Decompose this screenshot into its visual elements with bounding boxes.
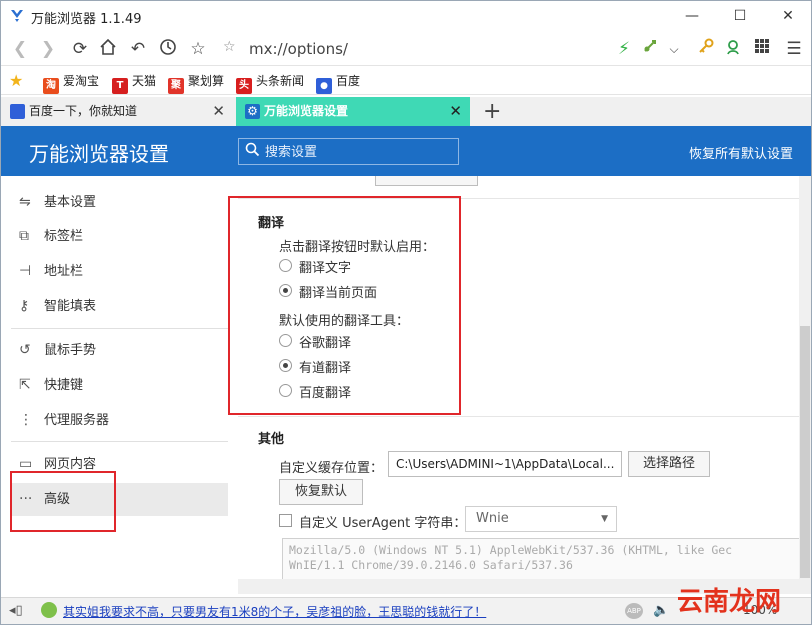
app-logo-icon	[11, 10, 23, 22]
undo-icon[interactable]: ↶	[127, 38, 149, 60]
juhuasuan-icon: 聚	[168, 78, 184, 94]
search-icon	[245, 142, 260, 161]
address-url[interactable]: mx://options/	[249, 40, 348, 58]
title-bar: 万能浏览器 1.1.49 — ☐ ✕	[1, 1, 811, 31]
tab-icon: ⧉	[19, 228, 29, 244]
plugin-icon[interactable]	[639, 38, 661, 60]
bookmark-toutiao[interactable]: 头头条新闻	[236, 72, 304, 94]
sidebar-item-tabs[interactable]: ⧉ 标签栏	[11, 220, 228, 253]
tab-close-icon[interactable]: ✕	[449, 97, 462, 126]
back-icon[interactable]: ❮	[9, 38, 31, 60]
chevron-down-icon: ▼	[601, 514, 608, 524]
dropdown-chevron-icon[interactable]: ⌵	[663, 38, 685, 60]
browser-window: 万能浏览器 1.1.49 — ☐ ✕ ❮ ❯ ⟳ ↶ ☆ ☆ mx://opti…	[0, 0, 812, 625]
proxy-icon: ⋮	[19, 412, 33, 428]
key-icon: ⚷	[19, 298, 30, 314]
user-search-icon[interactable]	[723, 38, 745, 60]
navigation-bar: ❮ ❯ ⟳ ↶ ☆ ☆ mx://options/ ⚡ ⌵ ☰	[1, 32, 811, 66]
tab-baidu[interactable]: 百度一下，你就知道 ✕	[1, 97, 233, 126]
choose-path-button[interactable]: 选择路径	[628, 451, 710, 477]
history-icon[interactable]	[157, 38, 179, 60]
bookmark-aitaobao[interactable]: 淘爱淘宝	[43, 72, 99, 94]
adblock-icon[interactable]: ABP	[625, 603, 643, 619]
clipped-button	[375, 176, 478, 186]
bookmark-star-icon[interactable]: ☆	[223, 39, 236, 55]
sidebar-item-addressbar[interactable]: ⊣ 地址栏	[11, 255, 228, 288]
minimize-button[interactable]: —	[677, 5, 707, 27]
speaker-icon[interactable]: 🔈	[653, 603, 669, 618]
page-title: 万能浏览器设置	[29, 142, 169, 166]
refresh-icon[interactable]: ⟳	[69, 38, 91, 60]
highlight-box-advanced	[10, 471, 116, 532]
sidebar-divider	[11, 328, 228, 329]
new-tab-button[interactable]: +	[483, 97, 501, 126]
maximize-button[interactable]: ☐	[725, 5, 755, 27]
sidebar-item-autofill[interactable]: ⚷ 智能填表	[11, 290, 228, 323]
ua-select[interactable]: Wnie ▼	[465, 506, 617, 532]
grid-apps-icon[interactable]	[751, 38, 773, 60]
section-divider	[238, 416, 799, 417]
bookmark-juhuasuan[interactable]: 聚聚划算	[168, 72, 224, 94]
search-input[interactable]	[265, 142, 455, 162]
sidebar-item-gesture[interactable]: ↺ 鼠标手势	[11, 334, 228, 367]
baidu-tab-icon	[10, 104, 25, 119]
speed-icon[interactable]: ⚡	[613, 38, 635, 60]
favorites-star-icon[interactable]: ★	[9, 71, 23, 90]
tab-bar: 百度一下，你就知道 ✕ ⚙ 万能浏览器设置 ✕ +	[1, 97, 811, 126]
settings-search[interactable]	[238, 138, 459, 165]
taobao-icon: 淘	[43, 78, 59, 94]
sidebar-item-basic[interactable]: ⇋ 基本设置	[11, 186, 228, 219]
bookmark-tmall[interactable]: T 天猫	[112, 72, 156, 94]
bookmark-baidu[interactable]: ● 百度	[316, 72, 360, 94]
baidu-paw-icon: ●	[316, 78, 332, 94]
home-icon[interactable]	[97, 38, 119, 60]
password-key-icon[interactable]	[695, 38, 717, 60]
sidebar-item-proxy[interactable]: ⋮ 代理服务器	[11, 404, 228, 437]
news-smiley-icon	[41, 602, 57, 618]
scrollbar-thumb[interactable]	[800, 326, 810, 578]
highlight-box-translate	[228, 196, 461, 415]
sliders-icon: ⇋	[19, 194, 31, 210]
window-title: 万能浏览器 1.1.49	[31, 12, 142, 27]
tab-close-icon[interactable]: ✕	[212, 97, 225, 126]
addressbar-icon: ⊣	[19, 263, 32, 279]
reset-all-link[interactable]: 恢复所有默认设置	[689, 143, 793, 162]
status-news-link[interactable]: 其实姐我要求不高，只要男友有1米8的个子，吴彦祖的脸，王思聪的钱就行了！	[63, 603, 486, 620]
tab-settings[interactable]: ⚙ 万能浏览器设置 ✕	[236, 97, 470, 126]
tmall-icon: T	[112, 78, 128, 94]
gesture-icon: ↺	[19, 342, 31, 358]
custom-ua-label: 自定义 UserAgent 字符串：	[299, 516, 467, 531]
settings-header: 万能浏览器设置 恢复所有默认设置	[1, 126, 811, 176]
vertical-scrollbar[interactable]	[799, 176, 811, 594]
watermark-logo: 云南龙网	[677, 587, 782, 617]
close-button[interactable]: ✕	[773, 5, 803, 27]
address-bar[interactable]: ☆ mx://options/	[223, 36, 607, 62]
restore-default-button[interactable]: 恢复默认	[279, 479, 363, 505]
toutiao-icon: 头	[236, 78, 252, 94]
cache-location-label: 自定义缓存位置：	[279, 461, 384, 476]
bookmarks-bar: ★ 淘爱淘宝 T 天猫 聚聚划算 头头条新闻 ● 百度	[1, 67, 811, 95]
sidebar-toggle-icon[interactable]: ◂▯	[9, 603, 23, 618]
other-section-title: 其他	[258, 432, 285, 447]
menu-icon[interactable]: ☰	[783, 38, 805, 60]
sidebar-divider	[11, 441, 228, 442]
gear-icon: ⚙	[245, 104, 260, 119]
sidebar-item-shortcuts[interactable]: ⇱ 快捷键	[11, 369, 228, 402]
custom-ua-checkbox[interactable]	[279, 514, 292, 527]
favorite-star-icon[interactable]: ☆	[187, 38, 209, 60]
forward-icon[interactable]: ❯	[37, 38, 59, 60]
cache-path-input[interactable]: C:\Users\ADMINI~1\AppData\Local...	[388, 451, 622, 477]
shortcut-icon: ⇱	[19, 377, 31, 393]
